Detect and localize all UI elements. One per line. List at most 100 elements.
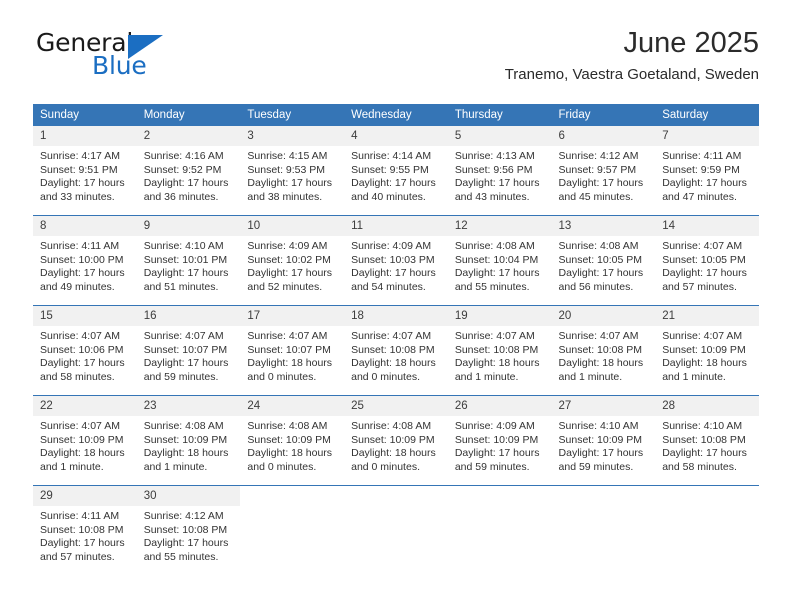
weekday-header-tuesday: Tuesday <box>240 104 345 126</box>
calendar-day-cell[interactable]: 11 Sunrise: 4:09 AM Sunset: 10:03 PM Daylig… <box>344 215 448 306</box>
day-sunrise-line: Sunrise: 4:07 AM <box>351 330 432 342</box>
brand-logo[interactable]: General Blue <box>33 26 253 86</box>
day-sunrise-line: Sunrise: 4:13 AM <box>454 150 535 162</box>
day-number: 4 <box>344 126 448 146</box>
day-number: 9 <box>136 216 241 236</box>
day-daylight-line: Daylight: 18 hours <box>662 357 747 370</box>
day-daylight-line: Daylight: 17 hours <box>454 447 540 460</box>
title-block: June 2025 Tranemo, Vaestra Goetaland, Sw… <box>505 26 759 86</box>
day-details: Sunrise: 4:10 AM Sunset: 10:08 PM Daylight… <box>655 416 759 474</box>
calendar-day-cell[interactable]: 18 Sunrise: 4:07 AM Sunset: 10:08 PM Daylig… <box>344 305 448 396</box>
calendar-day-cell[interactable]: 25 Sunrise: 4:08 AM Sunset: 10:09 PM Daylig… <box>344 395 448 486</box>
calendar-day-cell[interactable]: 8 Sunrise: 4:11 AM Sunset: 10:00 PM Dayligh… <box>33 215 137 306</box>
day-daylight-line: and 56 minutes. <box>558 280 634 293</box>
day-daylight-line: and 58 minutes. <box>40 370 115 383</box>
day-details: Sunrise: 4:07 AM Sunset: 10:07 PM Daylight… <box>240 326 344 384</box>
calendar-day-cell[interactable]: 13 Sunrise: 4:08 AM Sunset: 10:05 PM Daylig… <box>551 215 656 306</box>
day-sunrise-line: Sunrise: 4:11 AM <box>662 150 742 162</box>
day-number <box>551 486 656 494</box>
day-details <box>448 494 552 498</box>
calendar-day-cell[interactable]: 28 Sunrise: 4:10 AM Sunset: 10:08 PM Daylig… <box>655 395 759 486</box>
day-sunrise-line: Sunrise: 4:08 AM <box>454 240 535 252</box>
calendar-day-cell[interactable]: 24 Sunrise: 4:08 AM Sunset: 10:09 PM Daylig… <box>240 395 345 486</box>
calendar-day-cell-empty <box>344 485 448 575</box>
day-sunrise-line: Sunrise: 4:07 AM <box>40 330 120 342</box>
day-sunset-line: Sunset: 10:09 PM <box>454 433 539 446</box>
calendar-day-cell[interactable]: 22 Sunrise: 4:07 AM Sunset: 10:09 PM Daylig… <box>33 395 137 486</box>
calendar-day-cell[interactable]: 30 Sunrise: 4:12 AM Sunset: 10:08 PM Daylig… <box>136 485 241 575</box>
day-daylight-line: and 59 minutes. <box>143 370 219 383</box>
day-sunrise-line: Sunrise: 4:15 AM <box>247 150 328 162</box>
day-details: Sunrise: 4:09 AM Sunset: 10:02 PM Daylight… <box>240 236 344 294</box>
calendar-day-cell[interactable]: 21 Sunrise: 4:07 AM Sunset: 10:09 PM Daylig… <box>655 305 759 396</box>
day-details: Sunrise: 4:07 AM Sunset: 10:05 PM Daylight… <box>655 236 759 294</box>
day-daylight-line: and 0 minutes. <box>351 370 420 383</box>
day-details: Sunrise: 4:10 AM Sunset: 10:01 PM Daylight… <box>137 236 241 294</box>
day-details: Sunrise: 4:07 AM Sunset: 10:08 PM Daylight… <box>448 326 552 384</box>
calendar-day-cell[interactable]: 29 Sunrise: 4:11 AM Sunset: 10:08 PM Daylig… <box>33 485 137 575</box>
calendar-day-cell-empty <box>240 485 345 575</box>
calendar-day-cell[interactable]: 1 Sunrise: 4:17 AM Sunset: 9:51 PM Daylight… <box>33 126 137 216</box>
day-details: Sunrise: 4:10 AM Sunset: 10:09 PM Daylight… <box>552 416 656 474</box>
calendar-day-cell[interactable]: 19 Sunrise: 4:07 AM Sunset: 10:08 PM Daylig… <box>447 305 552 396</box>
calendar-day-cell[interactable]: 15 Sunrise: 4:07 AM Sunset: 10:06 PM Daylig… <box>33 305 137 396</box>
day-number: 11 <box>344 216 448 236</box>
day-daylight-line: and 0 minutes. <box>247 460 317 473</box>
calendar-day-cell[interactable]: 20 Sunrise: 4:07 AM Sunset: 10:08 PM Daylig… <box>551 305 656 396</box>
location-subtitle: Tranemo, Vaestra Goetaland, Sweden <box>504 66 759 83</box>
day-details: Sunrise: 4:08 AM Sunset: 10:09 PM Daylight… <box>137 416 241 474</box>
calendar-day-cell[interactable]: 2 Sunrise: 4:16 AM Sunset: 9:52 PM Daylight… <box>136 126 241 216</box>
calendar-day-cell[interactable]: 7 Sunrise: 4:11 AM Sunset: 9:59 PM Daylight… <box>655 126 759 216</box>
day-sunrise-line: Sunrise: 4:07 AM <box>40 420 120 432</box>
day-number: 13 <box>551 216 656 236</box>
day-number: 22 <box>33 396 137 416</box>
day-sunrise-line: Sunrise: 4:17 AM <box>40 150 120 162</box>
calendar-day-cell[interactable]: 16 Sunrise: 4:07 AM Sunset: 10:07 PM Daylig… <box>136 305 241 396</box>
calendar-day-cell[interactable]: 5 Sunrise: 4:13 AM Sunset: 9:56 PM Daylight… <box>447 126 552 216</box>
day-daylight-line: Daylight: 17 hours <box>558 267 644 280</box>
day-details: Sunrise: 4:15 AM Sunset: 9:53 PM Daylight:… <box>240 146 344 204</box>
day-number <box>240 486 345 494</box>
day-daylight-line: Daylight: 17 hours <box>247 177 333 190</box>
calendar-day-cell[interactable]: 27 Sunrise: 4:10 AM Sunset: 10:09 PM Daylig… <box>551 395 656 486</box>
day-sunset-line: Sunset: 10:01 PM <box>143 253 228 266</box>
day-sunset-line: Sunset: 10:00 PM <box>40 253 124 266</box>
day-daylight-line: and 57 minutes. <box>40 550 115 563</box>
day-number: 18 <box>344 306 448 326</box>
calendar-day-cell-empty <box>655 485 759 575</box>
day-number: 21 <box>655 306 759 326</box>
calendar-day-cell[interactable]: 9 Sunrise: 4:10 AM Sunset: 10:01 PM Dayligh… <box>136 215 241 306</box>
day-details <box>344 494 448 498</box>
day-sunset-line: Sunset: 9:56 PM <box>454 163 533 176</box>
calendar-day-cell[interactable]: 17 Sunrise: 4:07 AM Sunset: 10:07 PM Daylig… <box>240 305 345 396</box>
day-daylight-line: and 1 minute. <box>454 370 519 383</box>
day-daylight-line: and 1 minute. <box>40 460 104 473</box>
day-sunrise-line: Sunrise: 4:07 AM <box>662 330 743 342</box>
day-sunset-line: Sunset: 10:05 PM <box>662 253 746 266</box>
day-sunset-line: Sunset: 10:08 PM <box>40 523 124 536</box>
calendar-day-cell[interactable]: 12 Sunrise: 4:08 AM Sunset: 10:04 PM Daylig… <box>447 215 552 306</box>
calendar-day-cell[interactable]: 3 Sunrise: 4:15 AM Sunset: 9:53 PM Daylight… <box>240 126 345 216</box>
day-daylight-line: Daylight: 17 hours <box>662 177 747 190</box>
day-number: 25 <box>344 396 448 416</box>
calendar-day-cell[interactable]: 10 Sunrise: 4:09 AM Sunset: 10:02 PM Daylig… <box>240 215 345 306</box>
day-daylight-line: Daylight: 17 hours <box>143 357 229 370</box>
day-daylight-line: and 59 minutes. <box>558 460 634 473</box>
day-sunrise-line: Sunrise: 4:08 AM <box>143 420 224 432</box>
calendar-day-cell[interactable]: 26 Sunrise: 4:09 AM Sunset: 10:09 PM Daylig… <box>447 395 552 486</box>
calendar-day-cell[interactable]: 14 Sunrise: 4:07 AM Sunset: 10:05 PM Daylig… <box>655 215 759 306</box>
calendar-day-cell[interactable]: 23 Sunrise: 4:08 AM Sunset: 10:09 PM Daylig… <box>136 395 241 486</box>
calendar-week-row: 1 Sunrise: 4:17 AM Sunset: 9:51 PM Daylight… <box>33 126 759 216</box>
calendar-day-cell[interactable]: 6 Sunrise: 4:12 AM Sunset: 9:57 PM Daylight… <box>551 126 656 216</box>
day-sunrise-line: Sunrise: 4:07 AM <box>558 330 639 342</box>
day-details <box>240 494 344 498</box>
calendar-day-cell[interactable]: 4 Sunrise: 4:14 AM Sunset: 9:55 PM Daylight… <box>344 126 448 216</box>
day-daylight-line: and 1 minute. <box>558 370 623 383</box>
day-number: 15 <box>33 306 137 326</box>
day-daylight-line: and 51 minutes. <box>143 280 219 293</box>
day-daylight-line: and 43 minutes. <box>454 190 530 203</box>
day-daylight-line: Daylight: 18 hours <box>247 447 333 460</box>
calendar-day-cell-empty <box>447 485 552 575</box>
day-daylight-line: and 54 minutes. <box>351 280 426 293</box>
day-daylight-line: Daylight: 18 hours <box>143 447 229 460</box>
